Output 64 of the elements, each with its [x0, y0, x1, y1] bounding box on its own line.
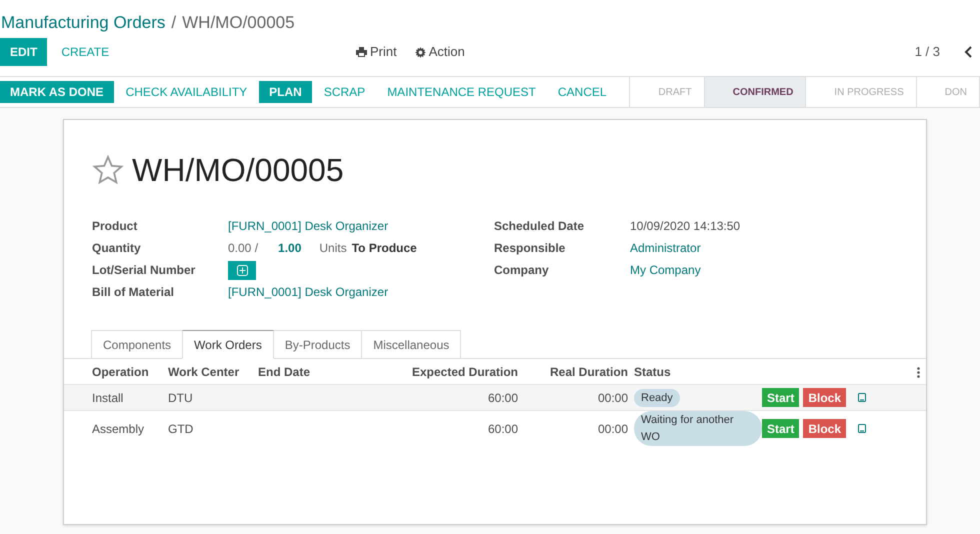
quantity-field[interactable]: 1.00: [278, 239, 302, 257]
status-badge: Waiting for another WO: [634, 411, 762, 446]
breadcrumb-separator: /: [171, 12, 176, 34]
table-cell: 60:00: [488, 422, 518, 436]
field-label: Responsible: [494, 240, 566, 257]
column-header[interactable]: Real Duration: [550, 364, 628, 378]
table-cell: 00:00: [598, 422, 628, 436]
table-cell: 00:00: [598, 390, 628, 404]
column-header[interactable]: Status: [634, 364, 671, 378]
status-badge: Ready: [634, 388, 680, 408]
column-header[interactable]: Work Center: [168, 364, 240, 378]
header-button[interactable]: MARK AS DONE: [0, 81, 114, 103]
start-button[interactable]: Start: [762, 419, 800, 438]
field-label: To Produce: [352, 240, 417, 257]
field-link[interactable]: [FURN_0001] Desk Organizer: [228, 217, 388, 235]
tab[interactable]: Components: [91, 330, 184, 359]
field-value: 0.00 /: [228, 240, 258, 257]
kebab-menu-icon[interactable]: [917, 366, 920, 378]
breadcrumb-link[interactable]: Manufacturing Orders: [0, 10, 166, 36]
previous-icon[interactable]: [964, 46, 972, 58]
column-header[interactable]: Operation: [92, 364, 149, 378]
create-button[interactable]: CREATE: [51, 38, 120, 66]
add-lot-button[interactable]: [228, 260, 256, 280]
star-icon[interactable]: [92, 155, 124, 185]
table-cell: DTU: [168, 390, 193, 404]
column-header[interactable]: Expected Duration: [412, 364, 518, 378]
status-stage[interactable]: CONFIRMED: [704, 77, 806, 107]
field-label: Product: [92, 218, 138, 235]
record-title: WH/MO/00005: [132, 151, 344, 190]
field-value: 10/09/2020 14:13:50: [630, 218, 740, 235]
table-cell: Install: [92, 390, 124, 404]
field-label: Quantity: [92, 240, 142, 257]
printer-icon: [356, 47, 367, 57]
block-button[interactable]: Block: [803, 419, 846, 438]
header-button[interactable]: CANCEL: [548, 81, 617, 103]
breadcrumb-current: WH/MO/00005: [182, 12, 295, 34]
header-button[interactable]: SCRAP: [314, 81, 376, 103]
field-label: Company: [494, 262, 550, 279]
field-link[interactable]: [FURN_0001] Desk Organizer: [228, 283, 388, 301]
unit-label: Units: [319, 240, 347, 257]
pager: 1 / 3: [914, 43, 940, 62]
tablet-icon[interactable]: [858, 424, 866, 433]
header-button[interactable]: PLAN: [259, 81, 312, 103]
table-cell: GTD: [168, 422, 194, 436]
header-button[interactable]: MAINTENANCE REQUEST: [377, 81, 546, 103]
tab[interactable]: Miscellaneous: [361, 330, 462, 359]
table-cell: 60:00: [488, 390, 518, 404]
print-menu[interactable]: Print: [356, 42, 397, 62]
header-button[interactable]: CHECK AVAILABILITY: [116, 81, 258, 103]
field-label: Bill of Material: [92, 284, 176, 301]
field-label: Scheduled Date: [494, 218, 586, 235]
start-button[interactable]: Start: [762, 388, 800, 407]
field-label: Lot/Serial Number: [92, 262, 196, 279]
tablet-icon[interactable]: [858, 393, 866, 402]
field-link[interactable]: My Company: [630, 261, 701, 279]
field-link[interactable]: Administrator: [630, 239, 701, 257]
action-menu[interactable]: Action: [414, 42, 465, 62]
plus-square-icon: [236, 264, 248, 276]
column-header[interactable]: End Date: [258, 364, 310, 378]
table-cell: Assembly: [92, 422, 144, 436]
gear-icon: [414, 46, 426, 58]
edit-button[interactable]: EDIT: [0, 38, 48, 66]
tab[interactable]: Work Orders: [182, 330, 274, 359]
block-button[interactable]: Block: [803, 388, 846, 407]
